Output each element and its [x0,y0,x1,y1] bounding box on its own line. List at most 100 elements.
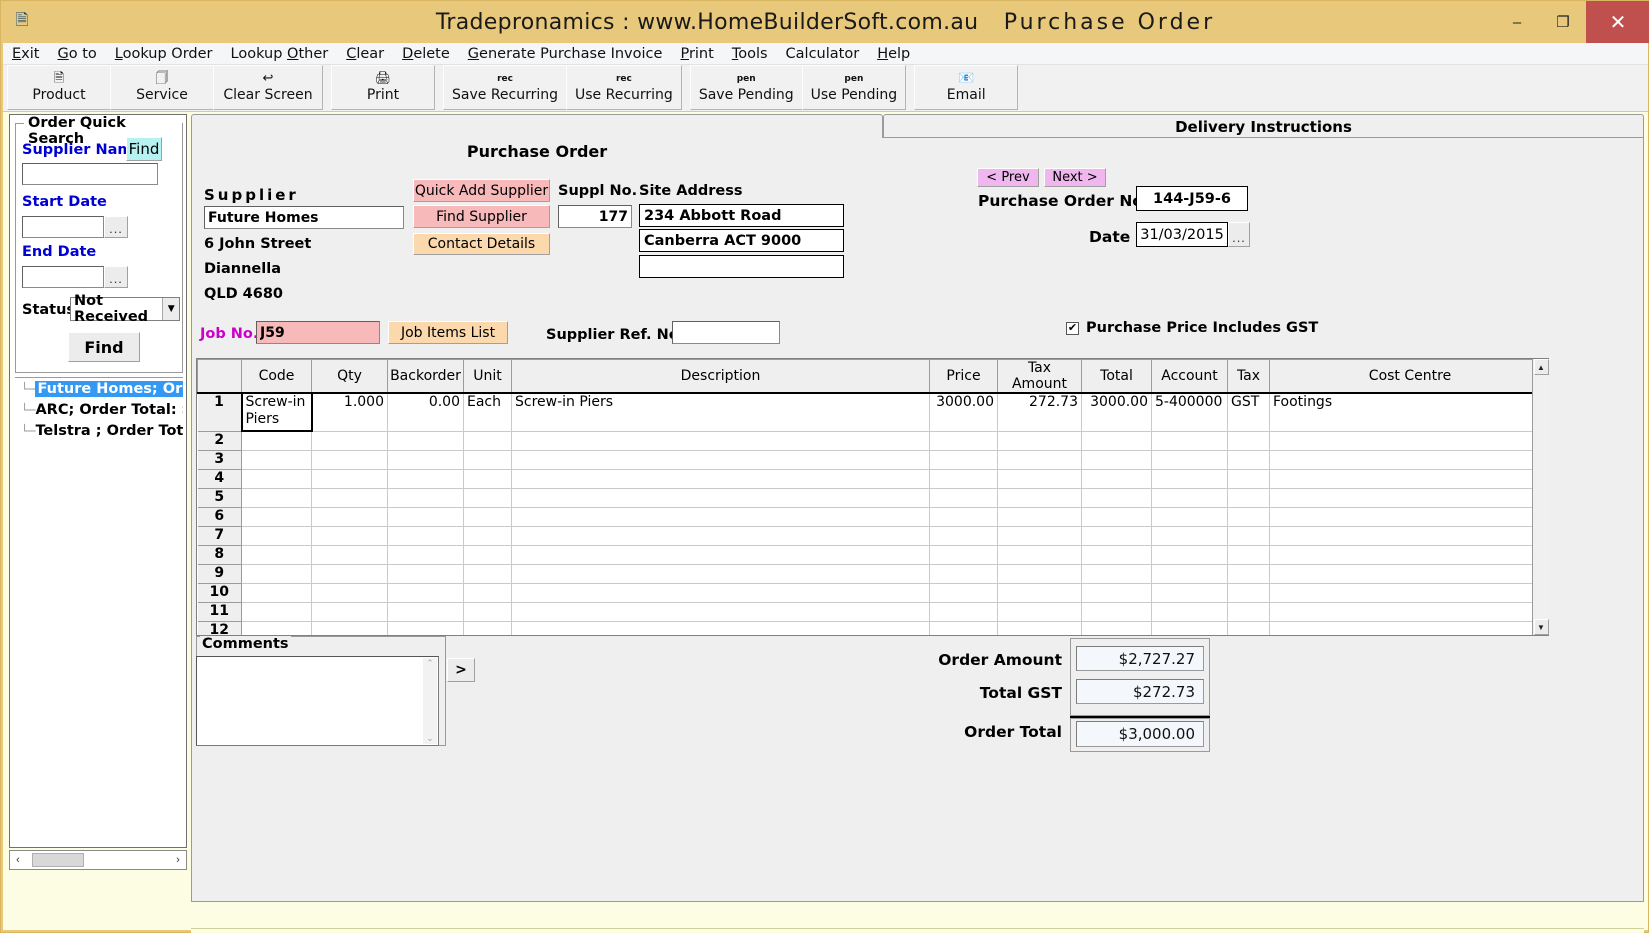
supplier-name-field[interactable] [204,206,404,229]
menu-item-lookup-order[interactable]: Lookup Order [106,44,222,64]
cell-backorder[interactable] [387,564,464,584]
col-backorder[interactable]: Backorder [387,359,464,394]
scroll-left-icon[interactable]: ‹ [10,854,26,866]
cell-code[interactable] [241,602,312,622]
menu-item-clear[interactable]: Clear [337,44,393,64]
cell-qty[interactable] [311,431,388,451]
date-picker-button[interactable]: ... [1228,222,1250,247]
cell-cost-centre[interactable] [1269,469,1548,489]
tab-purchase-order[interactable]: Purchase Order [191,114,883,138]
cell-tax[interactable] [1227,602,1270,622]
cell-tax[interactable] [1227,526,1270,546]
cell-backorder[interactable] [387,526,464,546]
chevron-down-icon[interactable]: ▼ [162,298,179,320]
cell-total[interactable] [1081,564,1152,584]
row-number[interactable]: 9 [197,564,242,584]
menu-item-help[interactable]: Help [868,44,919,64]
gst-checkbox[interactable]: ✔ [1066,321,1079,335]
cell-description[interactable] [511,602,930,622]
cell-account[interactable] [1151,450,1228,470]
cell-tax[interactable] [1227,450,1270,470]
cell-total[interactable]: 3000.00 [1081,393,1152,432]
cell-total[interactable] [1081,621,1152,635]
cell-price[interactable] [929,545,998,565]
cell-price[interactable] [929,450,998,470]
scroll-down-icon[interactable]: ⌄ [426,733,434,744]
scroll-down-icon[interactable]: ▼ [1533,619,1549,635]
cell-unit[interactable] [463,602,512,622]
cell-price[interactable] [929,564,998,584]
toolbar-save-recurring-button[interactable]: rec Save Recurring [443,65,568,110]
cell-description[interactable] [511,488,930,508]
cell-description[interactable] [511,564,930,584]
date-field[interactable]: 31/03/2015 [1136,222,1228,247]
cell-price[interactable] [929,488,998,508]
cell-backorder[interactable] [387,545,464,565]
cell-tax-amount[interactable] [997,469,1082,489]
cell-qty[interactable] [311,564,388,584]
cell-cost-centre[interactable]: Footings [1269,393,1548,432]
scrollbar-thumb[interactable] [32,853,84,867]
cell-total[interactable] [1081,526,1152,546]
toolbar-email-button[interactable]: 📧 Email [914,65,1019,110]
cell-tax-amount[interactable] [997,583,1082,603]
cell-backorder[interactable] [387,602,464,622]
cell-qty[interactable] [311,545,388,565]
cell-cost-centre[interactable] [1269,526,1548,546]
col-description[interactable]: Description [511,359,930,394]
cell-tax[interactable] [1227,545,1270,565]
menu-item-goto[interactable]: Go to [48,44,105,64]
col-account[interactable]: Account [1151,359,1228,394]
toolbar-clear-screen-button[interactable]: ↩ Clear Screen [213,65,323,110]
cell-tax[interactable]: GST [1227,393,1270,432]
site-address-line3[interactable] [639,255,844,278]
cell-code[interactable] [241,450,312,470]
cell-tax[interactable] [1227,431,1270,451]
cell-unit[interactable] [463,469,512,489]
order-results-tree[interactable]: └─ Future Homes; Order └─ ARC; Order Tot… [15,377,183,843]
minimize-icon[interactable]: – [1494,1,1540,43]
table-row[interactable]: 3 [197,450,1548,470]
row-number[interactable]: 10 [197,583,242,603]
cell-tax-amount[interactable] [997,488,1082,508]
menu-item-lookup-other[interactable]: Lookup Other [222,44,338,64]
cell-code[interactable] [241,621,312,635]
cell-tax-amount[interactable] [997,526,1082,546]
cell-account[interactable] [1151,488,1228,508]
find-button[interactable]: Find [68,332,140,362]
table-row[interactable]: 4 [197,469,1548,489]
table-row[interactable]: 6 [197,507,1548,527]
menu-item-generate-purchase-invoice[interactable]: Generate Purchase Invoice [459,44,672,64]
cell-description[interactable]: Screw-in Piers [511,393,930,432]
comments-textarea[interactable]: ⌃ ⌄ [196,656,439,746]
menu-item-exit[interactable]: EExitxit [3,44,48,64]
cell-unit[interactable] [463,526,512,546]
cell-tax-amount[interactable] [997,507,1082,527]
comments-expand-button[interactable]: > [447,658,475,682]
cell-total[interactable] [1081,469,1152,489]
scroll-up-icon[interactable]: ▲ [1533,359,1549,375]
find-supplier-button[interactable]: Find Supplier [413,205,550,228]
table-row[interactable]: 7 [197,526,1548,546]
cell-account[interactable] [1151,507,1228,527]
row-number[interactable]: 4 [197,469,242,489]
cell-total[interactable] [1081,450,1152,470]
cell-code[interactable] [241,469,312,489]
cell-price[interactable] [929,469,998,489]
row-number[interactable]: 12 [197,621,242,635]
cell-total[interactable] [1081,507,1152,527]
line-items-grid[interactable]: Code Qty Backorder Unit Description Pric… [196,358,1549,636]
toolbar-use-recurring-button[interactable]: rec Use Recurring [566,65,682,110]
cell-unit[interactable] [463,545,512,565]
cell-cost-centre[interactable] [1269,564,1548,584]
cell-qty[interactable] [311,602,388,622]
close-icon[interactable]: ✕ [1586,1,1649,43]
col-code[interactable]: Code [241,359,312,394]
cell-description[interactable] [511,583,930,603]
cell-tax-amount[interactable] [997,602,1082,622]
cell-backorder[interactable] [387,583,464,603]
cell-backorder[interactable] [387,488,464,508]
row-number[interactable]: 3 [197,450,242,470]
toolbar-service-button[interactable]: 🗍 Service [110,65,214,110]
cell-price[interactable] [929,507,998,527]
